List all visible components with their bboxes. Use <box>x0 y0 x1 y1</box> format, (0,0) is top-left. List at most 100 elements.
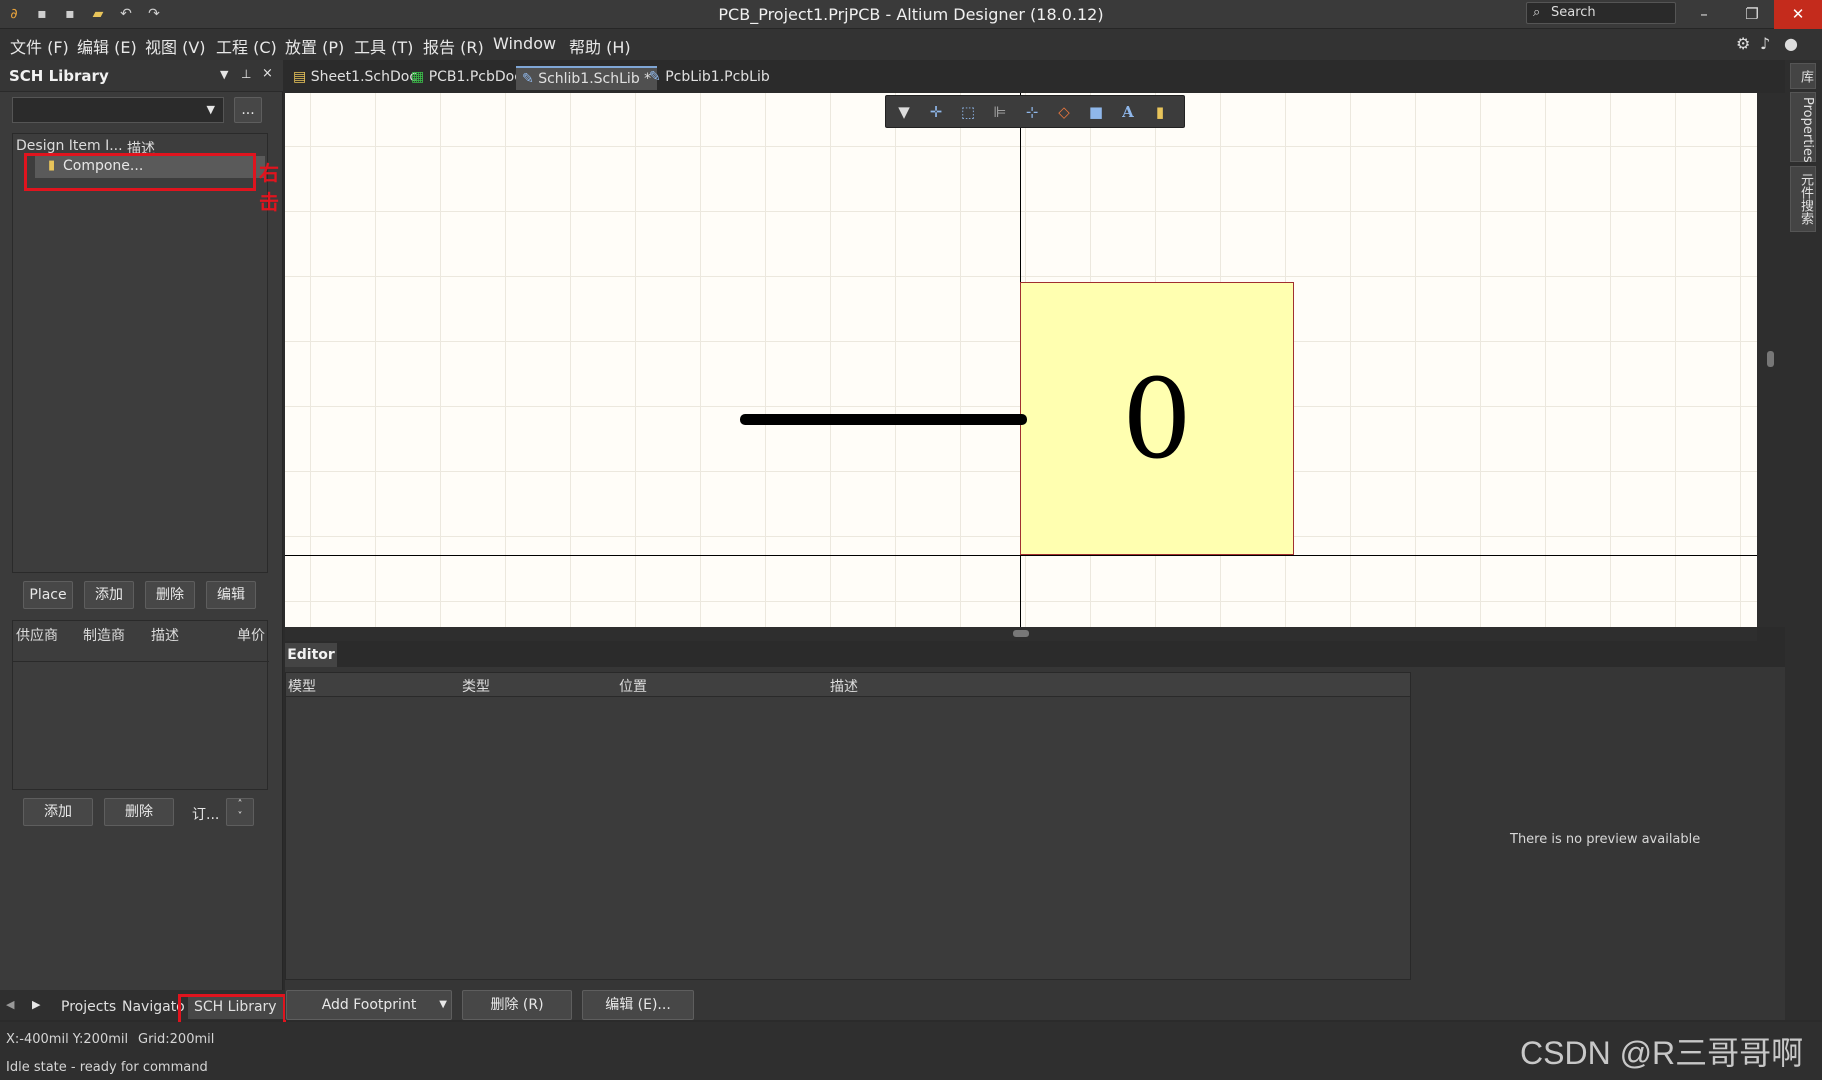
tab-label: PCB1.PcbDoc <box>428 69 522 85</box>
tab-library[interactable]: 库 <box>1790 63 1816 89</box>
menu-help[interactable]: 帮助 (H) <box>569 34 631 58</box>
schdoc-icon: ▤ <box>293 69 307 85</box>
menu-tools[interactable]: 工具 (T) <box>354 34 413 58</box>
vertical-scrollbar[interactable] <box>1757 93 1785 627</box>
grid-size: Grid:200mil <box>138 1032 215 1047</box>
header-location[interactable]: 位置 <box>619 676 647 696</box>
panel-header: SCH Library ▼ ⊥ × <box>0 60 283 92</box>
tab-label: Sheet1.SchDoc <box>310 69 418 85</box>
menu-project[interactable]: 工程 (C) <box>216 34 277 58</box>
table-header: 模型 类型 位置 描述 <box>286 673 1410 697</box>
document-tab-bar: ▤ Sheet1.SchDoc ▦ PCB1.PcbDoc ✎ Schlib1.… <box>283 60 1785 93</box>
gear-icon[interactable]: ⚙ <box>1736 34 1750 53</box>
part-icon[interactable]: ▮ <box>1148 102 1172 122</box>
tab-schlib1[interactable]: ✎ Schlib1.SchLib * <box>516 66 658 90</box>
status-message: Idle state - ready for command <box>6 1060 208 1075</box>
preview-message: There is no preview available <box>1510 832 1701 847</box>
component-pin[interactable] <box>740 414 1027 425</box>
search-placeholder: Search <box>1551 5 1596 20</box>
header-manufacturer[interactable]: 制造商 <box>83 625 125 645</box>
button-label: Add Footprint <box>321 997 417 1013</box>
divider <box>13 661 269 662</box>
tab-label: PcbLib1.PcbLib <box>665 69 770 85</box>
tab-label: Schlib1.SchLib * <box>538 71 652 87</box>
add-button[interactable]: 添加 <box>84 581 134 609</box>
schlib-icon: ✎ <box>522 71 534 87</box>
fill-icon[interactable]: ◇ <box>1052 102 1076 122</box>
edit-button[interactable]: 编辑 <box>206 581 256 609</box>
tab-sheet1[interactable]: ▤ Sheet1.SchDoc <box>287 66 423 90</box>
header-type[interactable]: 类型 <box>462 676 490 696</box>
sch-library-panel: SCH Library ▼ ⊥ × ▼ ... Design Item I...… <box>0 60 283 1020</box>
pcbdoc-icon: ▦ <box>411 69 425 85</box>
menu-view[interactable]: 视图 (V) <box>145 34 206 58</box>
order-label[interactable]: 订... <box>192 804 219 824</box>
edit-model-button[interactable]: 编辑 (E)... <box>582 990 694 1020</box>
place-button[interactable]: Place <box>23 581 73 609</box>
pin-icon[interactable]: ⊥ <box>241 67 251 81</box>
header-description[interactable]: 描述 <box>151 625 179 645</box>
menu-reports[interactable]: 报告 (R) <box>423 34 484 58</box>
supplier-add-button[interactable]: 添加 <box>23 798 93 826</box>
menu-place[interactable]: 放置 (P) <box>285 34 344 58</box>
pin-place-icon[interactable]: ⊹ <box>1020 102 1044 122</box>
header-unit-price[interactable]: 单价 <box>237 625 265 645</box>
horizontal-scrollbar[interactable] <box>285 627 1757 641</box>
restore-button[interactable]: ❐ <box>1728 0 1776 29</box>
menu-edit[interactable]: 编辑 (E) <box>77 34 137 58</box>
component-body[interactable]: 0 <box>1020 282 1294 555</box>
component-list: Design Item I... 描述 ▮ Compone... <box>12 133 268 573</box>
panel-close-icon[interactable]: × <box>262 66 273 81</box>
remove-model-button[interactable]: 删除 (R) <box>462 990 572 1020</box>
header-model[interactable]: 模型 <box>288 676 316 696</box>
scroll-left-icon[interactable]: ◀ <box>6 998 14 1011</box>
text-icon[interactable]: A <box>1116 102 1140 122</box>
tab-pcb1[interactable]: ▦ PCB1.PcbDoc <box>405 66 528 90</box>
canvas-toolbar: ▼ ✛ ⬚ ⊫ ⊹ ◇ ■ A ▮ <box>885 95 1185 128</box>
menu-file[interactable]: 文件 (F) <box>10 34 69 58</box>
filter-icon[interactable]: ▼ <box>892 102 916 122</box>
tab-pcblib1[interactable]: ✎ PcbLib1.PcbLib <box>643 66 776 90</box>
list-header-design-item[interactable]: Design Item I... <box>16 138 123 154</box>
chevron-down-icon[interactable]: ▼ <box>439 991 447 1019</box>
highlight-box <box>24 153 256 191</box>
cursor-coordinates: X:-400mil Y:200mil <box>6 1032 129 1047</box>
library-filter-dropdown[interactable]: ▼ <box>12 97 224 123</box>
panel-title: SCH Library <box>9 67 109 85</box>
pcblib-icon: ✎ <box>649 69 661 85</box>
bell-icon[interactable]: ♪ <box>1760 34 1770 53</box>
move-icon[interactable]: ✛ <box>924 102 948 122</box>
select-rect-icon[interactable]: ⬚ <box>956 102 980 122</box>
delete-button[interactable]: 删除 <box>145 581 195 609</box>
title-bar: ∂ ▪ ▪ ▰ ↶ ↷ PCB_Project1.PrjPCB - Altium… <box>0 0 1822 29</box>
header-description[interactable]: 描述 <box>830 676 858 696</box>
order-spinner[interactable]: ˄ ˅ <box>226 798 254 826</box>
minimize-button[interactable]: – <box>1680 0 1728 29</box>
tab-projects[interactable]: Projects <box>55 995 122 1019</box>
panel-menu-icon[interactable]: ▼ <box>220 68 228 81</box>
menu-bar: 文件 (F) 编辑 (E) 视图 (V) 工程 (C) 放置 (P) 工具 (T… <box>0 29 1822 60</box>
annotation-label: 右击 <box>259 161 279 214</box>
close-window-button[interactable]: ✕ <box>1774 0 1822 29</box>
watermark: CSDN @R三哥哥啊 <box>1520 1035 1804 1071</box>
scroll-thumb[interactable] <box>1013 630 1029 637</box>
model-table: 模型 类型 位置 描述 <box>285 672 1411 980</box>
chevron-down-icon: ▼ <box>206 103 215 116</box>
origin-axis-horizontal <box>285 555 1757 556</box>
tab-properties[interactable]: Properties <box>1790 92 1816 163</box>
scroll-right-icon[interactable]: ▶ <box>32 998 40 1011</box>
tab-component-search[interactable]: 元件搜索 <box>1790 166 1816 232</box>
align-icon[interactable]: ⊫ <box>988 102 1012 122</box>
search-icon: ⌕ <box>1533 5 1541 20</box>
scroll-thumb[interactable] <box>1767 351 1774 367</box>
editor-title: Editor <box>285 643 337 667</box>
search-input[interactable]: ⌕ Search <box>1526 2 1676 24</box>
supplier-delete-button[interactable]: 删除 <box>104 798 174 826</box>
header-supplier[interactable]: 供应商 <box>16 625 58 645</box>
menu-window[interactable]: Window <box>493 34 556 53</box>
add-footprint-button[interactable]: Add Footprint ▼ <box>286 990 452 1020</box>
user-icon[interactable]: ● <box>1784 34 1798 53</box>
supplier-table: 供应商 制造商 描述 单价 <box>12 620 269 790</box>
rectangle-icon[interactable]: ■ <box>1084 102 1108 122</box>
browse-button[interactable]: ... <box>234 97 262 123</box>
